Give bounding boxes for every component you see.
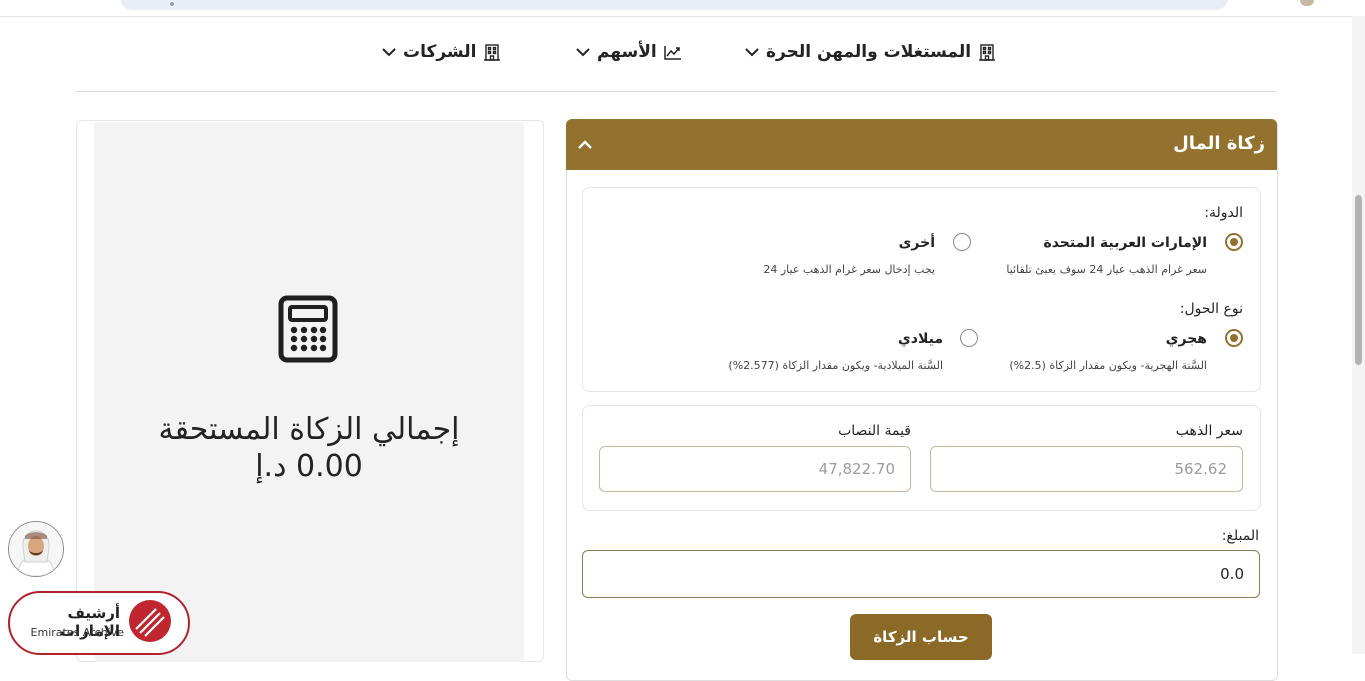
nisab-value-field[interactable] — [599, 446, 911, 492]
amount-input[interactable] — [582, 550, 1260, 598]
zakat-total-title: إجمالي الزكاة المستحقة — [158, 412, 460, 447]
gold-price-label: سعر الذهب — [1175, 423, 1243, 439]
building-icon — [482, 42, 502, 62]
nav-item-label: الشركات — [403, 42, 477, 62]
radio-hijri[interactable] — [1225, 329, 1243, 347]
hawl-type-label: نوع الحول: — [1179, 301, 1243, 317]
nav-item-label: المستغلات والمهن الحرة — [766, 42, 972, 62]
option-other-desc: يجب إدخال سعر غرام الذهب عيار 24 — [763, 263, 935, 276]
amount-label: المبلغ: — [1221, 528, 1259, 544]
option-gregorian-title[interactable]: ميلادي — [898, 331, 943, 347]
nav-item-companies[interactable]: الشركات — [381, 34, 502, 70]
calculator-icon — [278, 295, 338, 363]
building-icon — [977, 42, 997, 62]
logo-english-text: Emirates Archive — [30, 626, 124, 639]
option-other-title[interactable]: أخرى — [899, 235, 935, 251]
option-uae-title[interactable]: الإمارات العربية المتحدة — [1043, 235, 1207, 251]
gold-price-field[interactable] — [930, 446, 1243, 492]
calculate-zakat-button[interactable]: حساب الزكاة — [850, 614, 992, 660]
chevron-down-icon — [744, 46, 760, 58]
radio-uae[interactable] — [1225, 233, 1243, 251]
option-uae-desc: سعر غرام الذهب عيار 24 سوف يعبئ تلقائيا — [1006, 263, 1207, 276]
nav-item-label: الأسهم — [597, 42, 657, 62]
nav-item-real-estate[interactable]: المستغلات والمهن الحرة — [744, 34, 997, 70]
option-hijri-title[interactable]: هجري — [1166, 331, 1207, 347]
panel-header[interactable] — [566, 119, 1277, 170]
nav-divider — [76, 91, 1276, 92]
assistant-avatar[interactable] — [8, 521, 64, 577]
chevron-down-icon — [575, 46, 591, 58]
chevron-down-icon — [381, 46, 397, 58]
address-bar[interactable] — [120, 0, 1228, 10]
page-scrollbar-thumb[interactable] — [1355, 195, 1362, 365]
chart-line-icon — [663, 42, 683, 62]
radio-other[interactable] — [953, 233, 971, 251]
option-gregorian-desc: السَّنة الميلادية- ويكون مقدار الزكاة (2… — [728, 359, 943, 372]
nav-item-stocks[interactable]: الأسهم — [575, 34, 683, 70]
chevron-up-icon[interactable] — [577, 136, 593, 149]
panel-title: زكاة المال — [1173, 133, 1265, 154]
option-hijri-desc: السَّنة الهجرية- ويكون مقدار الزكاة (2.5… — [1009, 359, 1207, 372]
radio-gregorian[interactable] — [960, 329, 978, 347]
nisab-label: قيمة النصاب — [838, 423, 911, 439]
country-label: الدولة: — [1204, 205, 1243, 221]
zakat-total-value: 0.00 د.إ — [255, 449, 363, 484]
address-bar-indicator-icon — [170, 2, 174, 6]
logo-mark-icon — [128, 599, 172, 643]
zakat-summary-panel — [94, 122, 524, 662]
browser-divider — [0, 16, 1352, 17]
